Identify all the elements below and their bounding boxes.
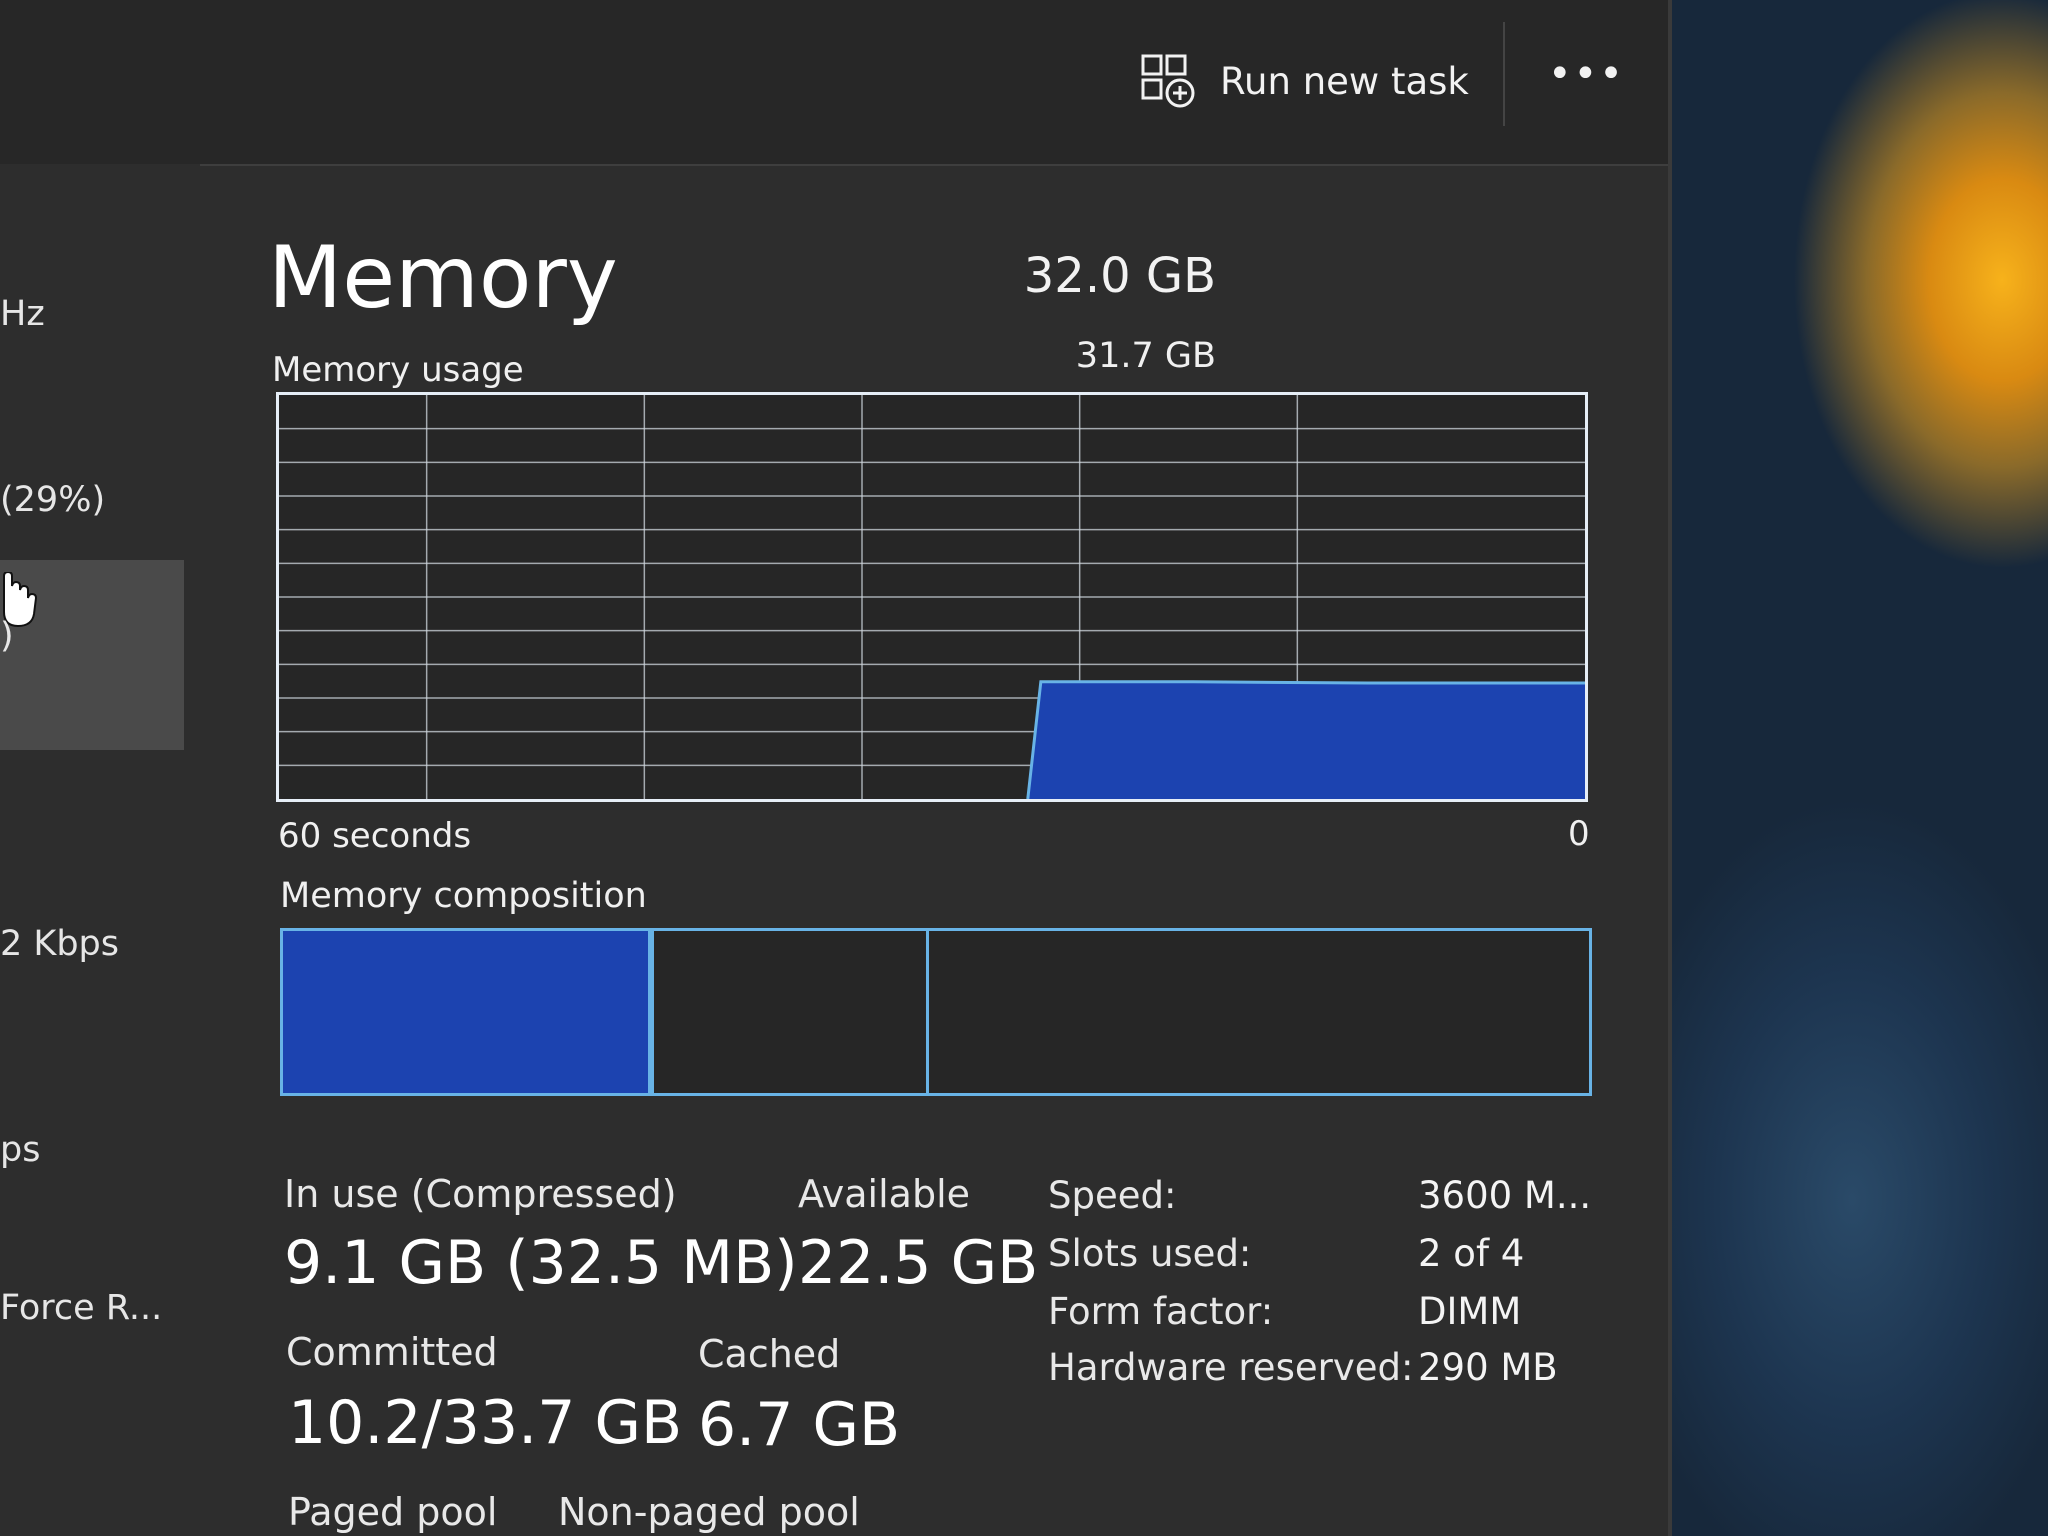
performance-sidebar: Hz (29%) ) 2 Kbps ps Force R... [0, 164, 200, 1536]
task-manager-window: Run new task ••• Hz (29%) ) 2 Kbps ps Fo… [0, 0, 1672, 1536]
memory-usage-max: 31.7 GB [1075, 336, 1216, 376]
memory-usage-graph [276, 392, 1588, 802]
paged-pool-label: Paged pool [288, 1490, 498, 1534]
slots-used-value: 2 of 4 [1418, 1232, 1525, 1275]
run-new-task-icon [1141, 54, 1195, 108]
form-factor-label: Form factor: [1048, 1290, 1274, 1333]
non-paged-pool-label: Non-paged pool [558, 1490, 860, 1534]
sidebar-item-gpu[interactable]: Force R... [0, 1288, 162, 1328]
hardware-reserved-value: 290 MB [1418, 1346, 1558, 1389]
memory-usage-area [1027, 681, 1585, 799]
graph-axis-start-label: 60 seconds [278, 816, 472, 856]
form-factor-value: DIMM [1418, 1290, 1522, 1333]
committed-value: 10.2/33.7 GB [288, 1388, 683, 1458]
in-use-label: In use (Compressed) [284, 1172, 677, 1216]
toolbar: Run new task ••• [0, 0, 1672, 166]
memory-usage-label: Memory usage [272, 350, 524, 390]
hardware-reserved-label: Hardware reserved: [1048, 1346, 1414, 1389]
slots-used-label: Slots used: [1048, 1232, 1252, 1275]
composition-free-segment [929, 931, 1589, 1093]
desktop-wallpaper [1672, 0, 2048, 1536]
run-new-task-label: Run new task [1220, 59, 1469, 103]
memory-composition-label: Memory composition [280, 876, 647, 916]
sidebar-item-network[interactable]: 2 Kbps [0, 924, 119, 964]
total-memory-value: 32.0 GB [1023, 248, 1216, 304]
cached-label: Cached [698, 1332, 841, 1376]
page-title: Memory [268, 228, 618, 328]
toolbar-divider [1503, 22, 1505, 126]
committed-label: Committed [286, 1330, 498, 1374]
available-value: 22.5 GB [798, 1228, 1039, 1298]
composition-modified-segment [654, 931, 930, 1093]
composition-in-use-segment [283, 931, 654, 1093]
cached-value: 6.7 GB [698, 1390, 901, 1460]
sidebar-item-memory-percent: (29%) [0, 480, 106, 520]
run-new-task-button[interactable]: Run new task [1140, 50, 1469, 112]
more-options-button[interactable]: ••• [1548, 52, 1623, 96]
sidebar-item-cpu-speed[interactable]: Hz [0, 294, 45, 334]
graph-axis-end-label: 0 [1568, 814, 1590, 854]
memory-usage-chart [279, 395, 1585, 799]
speed-label: Speed: [1048, 1174, 1177, 1217]
memory-composition-bar [280, 928, 1592, 1096]
sidebar-item-disk[interactable]: ) [0, 616, 14, 656]
available-label: Available [798, 1172, 971, 1216]
speed-value: 3600 M... [1418, 1174, 1592, 1217]
sidebar-item-network-2[interactable]: ps [0, 1130, 40, 1170]
in-use-value: 9.1 GB (32.5 MB) [284, 1228, 798, 1298]
